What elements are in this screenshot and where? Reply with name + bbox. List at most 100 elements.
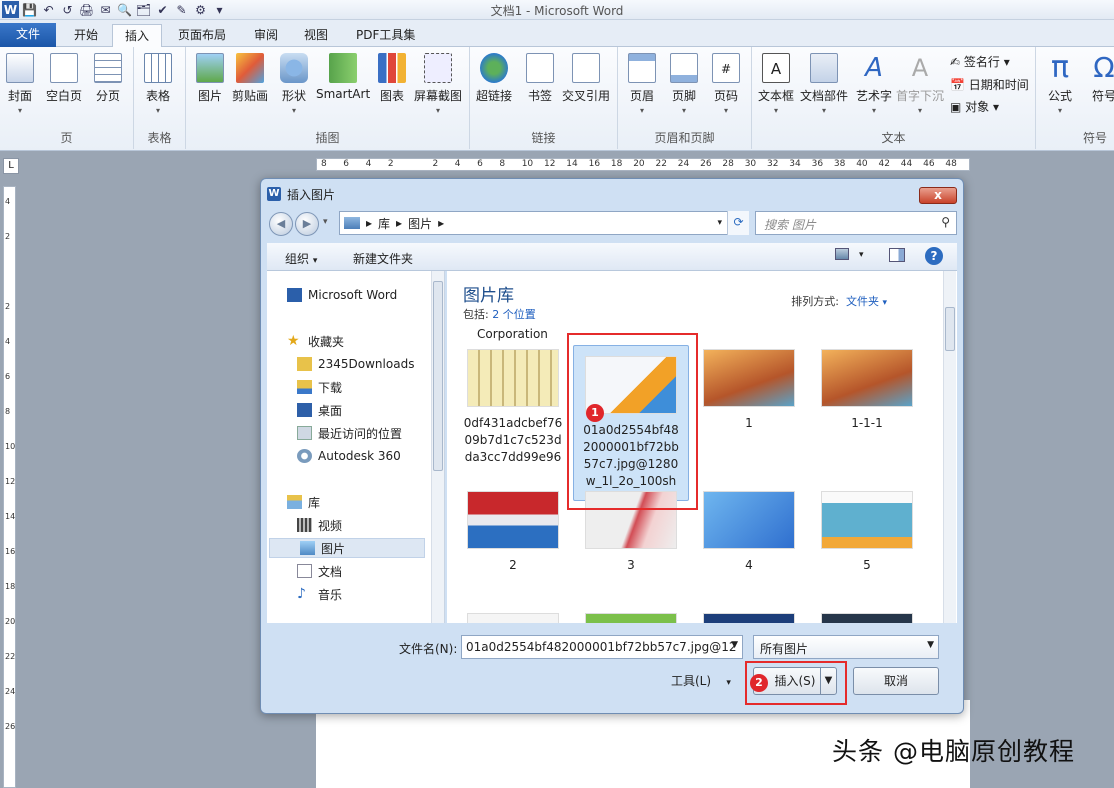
- blank-page-icon: [50, 53, 78, 83]
- page-number-button[interactable]: # 页码 ▾: [712, 53, 740, 115]
- file-item[interactable]: 1: [691, 349, 807, 432]
- signature-line-button[interactable]: ✍ 签名行 ▾: [950, 53, 1010, 70]
- symbol-button[interactable]: Ω 符号: [1090, 53, 1114, 104]
- file-item[interactable]: [691, 613, 807, 623]
- search-input[interactable]: 搜索 图片 ⚲: [755, 211, 957, 235]
- refresh-icon[interactable]: ⟳: [727, 211, 749, 235]
- nav-item-autodesk-360[interactable]: Autodesk 360: [297, 446, 401, 466]
- nav-item-downloads[interactable]: 下载: [297, 377, 342, 397]
- new-folder-button[interactable]: 新建文件夹: [353, 250, 413, 267]
- view-mode-icon[interactable]: [835, 248, 849, 260]
- cancel-button[interactable]: 取消: [853, 667, 939, 695]
- header-button[interactable]: 页眉 ▾: [628, 53, 656, 115]
- blank-page-button[interactable]: 空白页: [46, 53, 82, 104]
- text-box-button[interactable]: A 文本框 ▾: [758, 53, 794, 115]
- tools-menu[interactable]: 工具(L) ▾: [671, 672, 731, 689]
- shapes-button[interactable]: 形状 ▾: [280, 53, 308, 115]
- cover-page-button[interactable]: 封面 ▾: [6, 53, 34, 115]
- ruler-tick-label: 40: [856, 159, 868, 169]
- forward-icon[interactable]: ▶: [295, 212, 319, 236]
- nav-item-music[interactable]: ♪ 音乐: [297, 584, 342, 604]
- window-title: 文档1 - Microsoft Word: [490, 4, 624, 18]
- includes-locations-link[interactable]: 2 个位置: [492, 308, 536, 321]
- picture-button[interactable]: 图片: [196, 53, 224, 104]
- clip-art-button[interactable]: 剪贴画: [232, 53, 268, 104]
- group-symbols: π 公式 ▾ Ω 符号 符号: [1036, 47, 1114, 149]
- ruler-tick-label: 28: [722, 159, 734, 169]
- chart-button[interactable]: 图表: [378, 53, 406, 104]
- back-icon[interactable]: ◀: [269, 212, 293, 236]
- file-item[interactable]: 2: [455, 491, 571, 574]
- preview-pane-icon[interactable]: [889, 248, 905, 262]
- sort-dropdown-icon[interactable]: ▾: [882, 298, 887, 308]
- tab-home[interactable]: 开始: [62, 24, 110, 47]
- horizontal-ruler[interactable]: 8 6 4 2 2 4 6 8 10 12 14 16 18 20 22 24 26 28 30 32 34 36 38 40…: [316, 158, 970, 171]
- group-label-page: 页: [60, 131, 73, 145]
- smartart-button[interactable]: SmartArt: [316, 53, 370, 101]
- file-item[interactable]: 5: [809, 491, 925, 574]
- equation-button[interactable]: π 公式 ▾: [1046, 53, 1074, 116]
- nav-item-documents[interactable]: 文档: [297, 561, 342, 581]
- file-item[interactable]: [455, 613, 571, 623]
- vertical-ruler[interactable]: 4 2 2 4 6 8 10 12 14 16 18 20 22 24 26: [3, 186, 16, 788]
- nav-item-libraries[interactable]: 库: [287, 492, 320, 512]
- address-dropdown-icon[interactable]: ▾: [717, 218, 722, 228]
- date-time-button[interactable]: 📅 日期和时间: [950, 76, 1029, 93]
- nav-scrollbar[interactable]: [431, 271, 444, 623]
- ruler-tick-label: 8: [499, 159, 506, 169]
- tab-stop-selector[interactable]: L: [3, 158, 19, 174]
- ruler-tick-label: 16: [5, 547, 16, 556]
- nav-item-desktop[interactable]: 桌面: [297, 400, 342, 420]
- recent-dropdown-icon[interactable]: ▾: [323, 217, 328, 227]
- page-break-button[interactable]: 分页: [94, 53, 122, 104]
- close-button[interactable]: x: [919, 187, 957, 204]
- file-item[interactable]: 4: [691, 491, 807, 574]
- object-button[interactable]: ▣ 对象 ▾: [950, 98, 999, 115]
- search-icon[interactable]: ⚲: [941, 215, 950, 229]
- footer-button[interactable]: 页脚 ▾: [670, 53, 698, 115]
- sort-by-link[interactable]: 文件夹: [846, 295, 879, 308]
- wordart-button[interactable]: A 艺术字 ▾: [856, 53, 892, 115]
- organize-button[interactable]: 组织 ▾: [285, 250, 317, 267]
- drop-cap-button[interactable]: A 首字下沉 ▾: [896, 53, 944, 115]
- download-folder-icon: [297, 380, 312, 394]
- file-type-select[interactable]: 所有图片 ▼: [753, 635, 939, 659]
- file-list-scrollbar[interactable]: [943, 271, 956, 623]
- tab-view[interactable]: 视图: [292, 24, 340, 47]
- navigation-pane: Microsoft Word ★ 收藏夹 2345Downloads 下载 桌面 …: [267, 271, 445, 623]
- breadcrumb-pictures[interactable]: 图片: [408, 215, 432, 232]
- cross-reference-button[interactable]: 交叉引用: [562, 53, 610, 104]
- file-list-scroll-thumb[interactable]: [945, 307, 955, 351]
- quick-parts-button[interactable]: 文档部件 ▾: [800, 53, 848, 115]
- nav-item-recent-places[interactable]: 最近访问的位置: [297, 423, 402, 443]
- file-item[interactable]: 0df431adcbef7609b7d1c7c523dda3cc7dd99e96: [455, 349, 571, 466]
- nav-item-videos[interactable]: 视频: [297, 515, 342, 535]
- view-dropdown-icon[interactable]: ▾: [859, 250, 864, 260]
- tab-insert[interactable]: 插入: [112, 24, 163, 48]
- breadcrumb-library[interactable]: 库: [378, 215, 390, 232]
- address-bar[interactable]: ▸ 库 ▸ 图片 ▸ ▾: [339, 211, 749, 235]
- nav-scroll-thumb[interactable]: [433, 281, 443, 471]
- tab-page-layout[interactable]: 页面布局: [166, 24, 238, 47]
- file-item[interactable]: [809, 613, 925, 623]
- file-thumbnail: [821, 349, 913, 407]
- partial-file-label: Corporation: [477, 327, 548, 341]
- nav-item-favorites[interactable]: ★ 收藏夹: [287, 331, 344, 351]
- nav-item-2345downloads[interactable]: 2345Downloads: [297, 354, 414, 374]
- nav-item-pictures[interactable]: 图片: [269, 538, 425, 558]
- tab-file[interactable]: 文件: [0, 23, 56, 47]
- filename-dropdown-icon[interactable]: ▼: [731, 640, 738, 650]
- filename-input[interactable]: 01a0d2554bf482000001bf72bb57c7.jpg@12 ▼: [461, 635, 743, 659]
- nav-item-microsoft-word[interactable]: Microsoft Word: [287, 285, 397, 305]
- hyperlink-button[interactable]: 超链接: [476, 53, 512, 104]
- footer-label: 页脚: [671, 89, 696, 103]
- table-button[interactable]: 表格 ▾: [144, 53, 172, 115]
- tab-review[interactable]: 审阅: [242, 24, 290, 47]
- help-icon[interactable]: ?: [925, 247, 943, 265]
- tab-pdf-tools[interactable]: PDF工具集: [344, 24, 427, 47]
- bookmark-button[interactable]: 书签: [526, 53, 554, 104]
- file-item[interactable]: [573, 613, 689, 623]
- ruler-tick-label: 36: [811, 159, 824, 169]
- screenshot-button[interactable]: 屏幕截图 ▾: [414, 53, 462, 115]
- file-item[interactable]: 1-1-1: [809, 349, 925, 432]
